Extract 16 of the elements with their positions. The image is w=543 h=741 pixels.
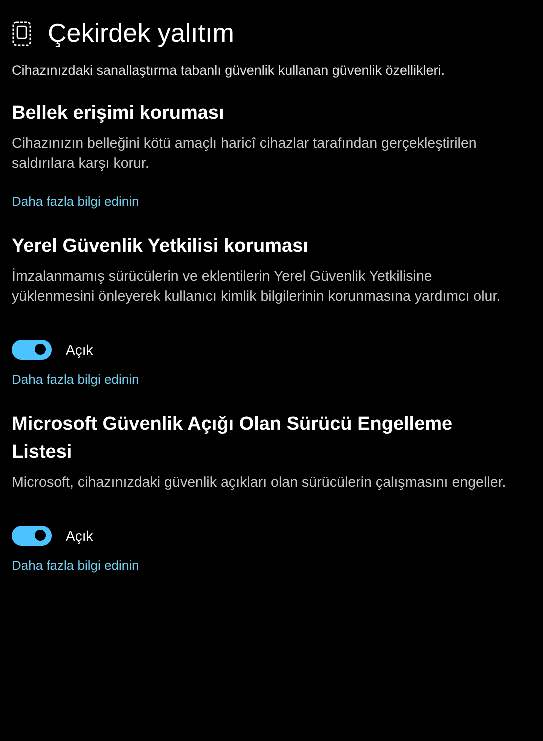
section-title: Microsoft Güvenlik Açığı Olan Sürücü Engelleme Listesi xyxy=(12,413,454,465)
learn-more-link[interactable]: Daha fazla bilgi edinin xyxy=(12,558,140,573)
section-description: Cihazınızın belleğini kötü amaçlı haricî cihazlar tarafından gerçekleştirilen saldırılara karşı korur. xyxy=(12,135,478,174)
section-description: İmzalanmamış sürücülerin ve eklentilerin Yerel Güvenlik Yetkilisine yüklenmesini önleyerek kullanıcı kimlik bilgilerinin korunmasına yardımcı olur. xyxy=(12,268,502,307)
toggle-label: Açık xyxy=(66,528,94,544)
toggle-switch[interactable] xyxy=(12,526,52,546)
page-subtitle: Cihazınızdaki sanallaştırma tabanlı güvenlik kullanan güvenlik özellikleri. xyxy=(12,63,446,78)
learn-more-link[interactable]: Daha fazla bilgi edinin xyxy=(12,372,140,387)
toggle-switch[interactable] xyxy=(12,340,52,360)
device-icon xyxy=(12,20,32,46)
section-title: Yerel Güvenlik Yetkilisi koruması xyxy=(12,235,310,259)
section-title: Bellek erişimi koruması xyxy=(12,102,226,126)
learn-more-link[interactable]: Daha fazla bilgi edinin xyxy=(12,194,140,209)
toggle-label: Açık xyxy=(66,342,94,358)
page-title: Çekirdek yalıtım xyxy=(48,18,234,49)
section-description: Microsoft, cihazınızdaki güvenlik açıkları olan sürücülerin çalışmasını engeller. xyxy=(12,474,507,493)
